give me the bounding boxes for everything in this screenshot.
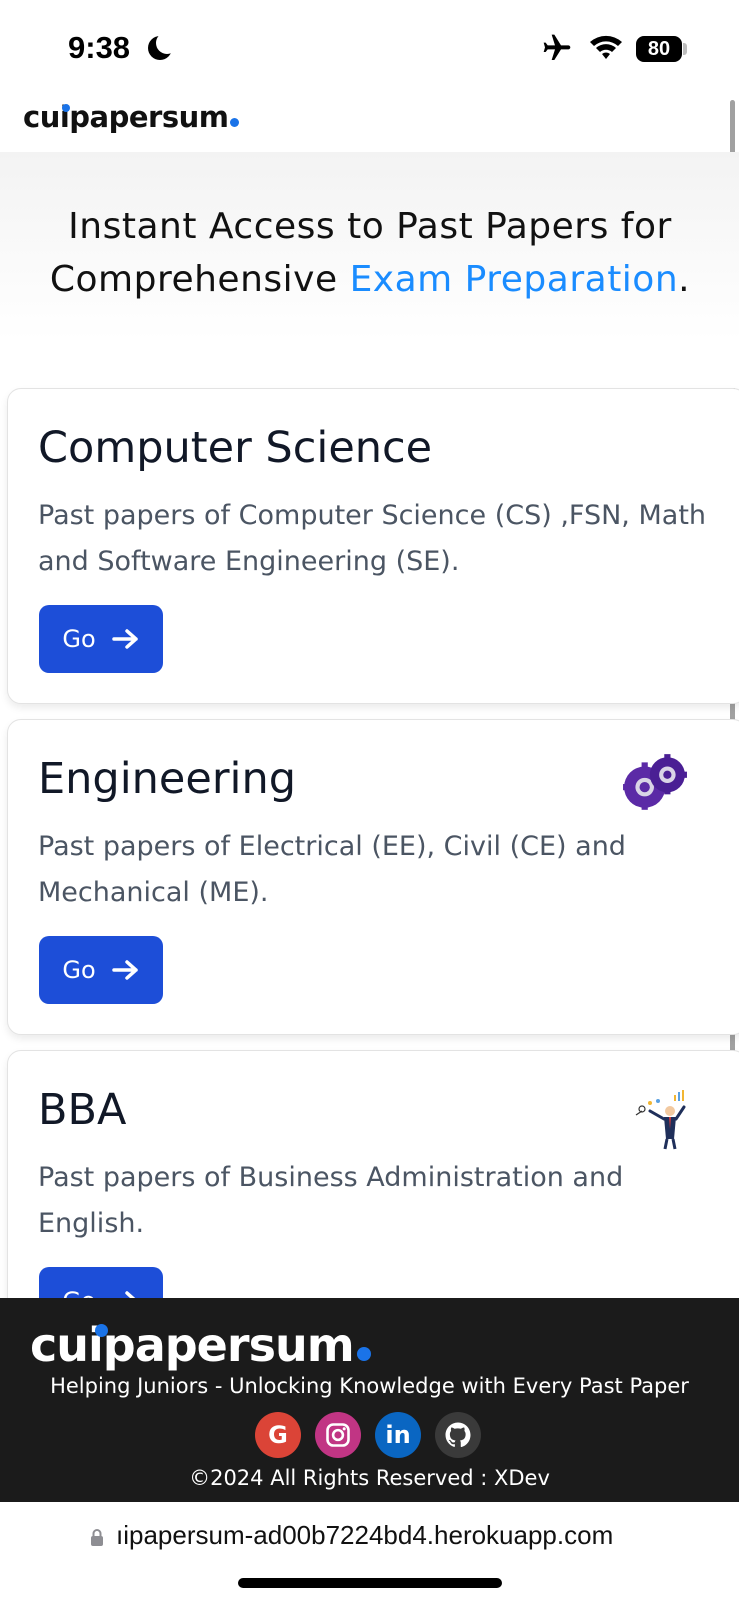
footer-copyright: ©2024 All Rights Reserved : XDev (189, 1466, 550, 1490)
social-links: G in (255, 1412, 481, 1458)
footer-logo-text: cuipapersum (30, 1318, 355, 1372)
status-time: 9:38 (68, 30, 131, 65)
logo-dot (230, 118, 240, 127)
github-glyph (445, 1422, 471, 1448)
businessman-icon (635, 1090, 686, 1150)
hero-section: Instant Access to Past Papers for Compre… (0, 152, 739, 388)
card-description: Past papers of Business Administration a… (38, 1162, 624, 1239)
url-text[interactable]: ıipapersum-ad00b7224bd4.herokuapp.com (116, 1520, 613, 1551)
logo-i-dot (62, 104, 70, 112)
card-title: BBA (38, 1085, 127, 1135)
go-button[interactable]: Go (39, 605, 163, 673)
home-indicator[interactable] (238, 1578, 502, 1588)
footer-tagline: Helping Juniors - Unlocking Knowledge wi… (50, 1374, 689, 1398)
hero-title-end: . (678, 259, 691, 300)
status-bar: 9:38 80 (0, 0, 739, 96)
card-description: Past papers of Electrical (EE), Civil (C… (38, 831, 626, 908)
lock-icon (91, 1529, 103, 1546)
arrow-right-icon (111, 629, 138, 649)
battery-indicator: 80 (636, 36, 682, 62)
google-icon[interactable]: G (255, 1412, 301, 1458)
hero-title-accent: Exam Preparation (349, 259, 679, 300)
moon-icon (148, 32, 178, 60)
card-computer-science: Computer Science Past papers of Computer… (7, 388, 739, 704)
site-header: cuipapersum (0, 96, 739, 152)
footer-logo-dot (356, 1347, 371, 1361)
github-icon[interactable] (435, 1412, 481, 1458)
hero-title: Instant Access to Past Papers for Compre… (30, 200, 710, 306)
google-icon-glyph: G (268, 1421, 288, 1449)
card-title: Computer Science (38, 423, 433, 473)
card-description: Past papers of Computer Science (CS) ,FS… (38, 500, 707, 577)
linkedin-icon-glyph: in (385, 1421, 411, 1449)
go-button-label: Go (62, 625, 96, 653)
wifi-icon (590, 35, 622, 59)
footer-logo-i-dot (95, 1324, 108, 1337)
linkedin-icon[interactable]: in (375, 1412, 421, 1458)
gears-icon (623, 754, 687, 810)
battery-tip (683, 43, 687, 55)
instagram-glyph (326, 1423, 350, 1447)
go-button-label: Go (62, 956, 96, 984)
instagram-icon[interactable] (315, 1412, 361, 1458)
arrow-right-icon (111, 960, 138, 980)
site-footer: cuipapersum Helping Juniors - Unlocking … (0, 1298, 739, 1502)
browser-url-bar[interactable]: ıipapersum-ad00b7224bd4.herokuapp.com (0, 1502, 739, 1600)
logo-text: cuipapersum (23, 100, 229, 134)
card-engineering: Engineering Past papers of Electrical (E… (7, 719, 739, 1035)
card-title: Engineering (38, 754, 296, 804)
footer-logo[interactable]: cuipapersum (30, 1318, 371, 1372)
go-button[interactable]: Go (39, 936, 163, 1004)
site-logo[interactable]: cuipapersum (23, 100, 240, 134)
airplane-icon (543, 34, 571, 60)
